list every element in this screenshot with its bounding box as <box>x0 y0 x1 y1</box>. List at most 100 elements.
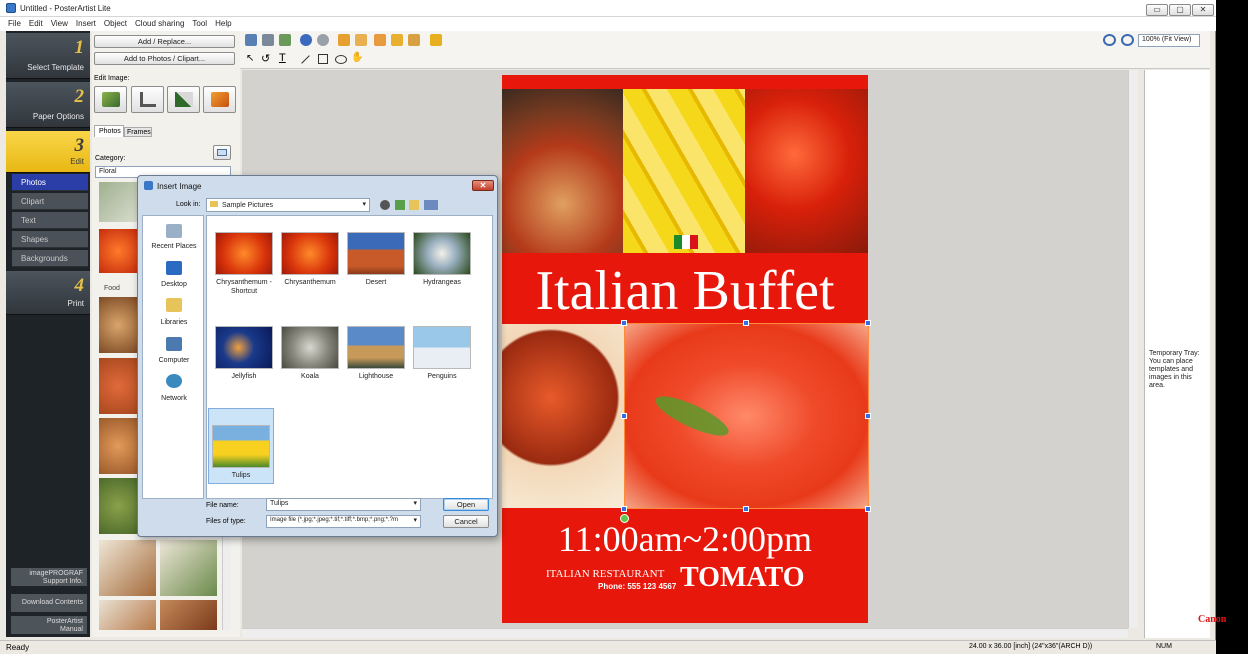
file-item-koala[interactable]: Koala <box>274 326 346 381</box>
place-label[interactable]: Network <box>143 395 205 402</box>
line-tool-icon[interactable] <box>301 55 310 64</box>
cancel-button[interactable]: Cancel <box>443 515 489 528</box>
resize-handle[interactable] <box>621 320 627 326</box>
file-item-penguins[interactable]: Penguins <box>406 326 478 381</box>
pasta-photo[interactable] <box>623 89 745 253</box>
file-type-select[interactable]: Image file (*.jpg;*.jpeg;*.tif;*.tiff;*.… <box>266 515 421 528</box>
tab-photos[interactable]: Photos <box>94 125 124 137</box>
bring-front-icon[interactable] <box>391 34 403 46</box>
download-contents-button[interactable]: Download Contents <box>11 594 87 612</box>
resize-handle[interactable] <box>743 506 749 512</box>
file-item-chrysanthemum-shortcut[interactable]: Chrysanthemum - Shortcut <box>208 232 280 296</box>
tomatoes-photo[interactable] <box>745 89 868 253</box>
photo-thumbnail[interactable] <box>99 229 137 273</box>
computer-icon[interactable] <box>166 337 182 351</box>
place-label[interactable]: Computer <box>143 357 205 364</box>
resize-handle[interactable] <box>865 320 871 326</box>
file-item-desert[interactable]: Desert <box>340 232 412 287</box>
minimize-button[interactable]: ▭ <box>1146 4 1168 16</box>
photo-thumbnail[interactable] <box>99 540 156 596</box>
undo-icon[interactable] <box>300 34 312 46</box>
support-info-button[interactable]: imagePROGRAF Support Info. <box>11 568 87 586</box>
open-button[interactable]: Open <box>443 498 489 511</box>
zoom-out-icon[interactable] <box>1121 34 1134 46</box>
new-folder-icon[interactable] <box>409 200 419 210</box>
sidebar-item-text[interactable]: Text <box>12 212 88 229</box>
maximize-button[interactable]: ▢ <box>1169 4 1191 16</box>
menu-insert[interactable]: Insert <box>76 19 96 28</box>
desktop-icon[interactable] <box>166 261 182 275</box>
adjust-image-icon[interactable] <box>167 86 200 113</box>
step-select-template[interactable]: 1 Select Template <box>6 33 90 79</box>
poster-canvas[interactable]: Italian Buffet 11:00am~2:00pm ITALIAN RE… <box>502 75 871 623</box>
rotate-tool-icon[interactable]: ↺ <box>261 52 270 65</box>
zoom-in-icon[interactable] <box>1103 34 1116 46</box>
view-menu-icon[interactable] <box>424 200 438 210</box>
up-folder-icon[interactable] <box>395 200 405 210</box>
file-item-chrysanthemum[interactable]: Chrysanthemum <box>274 232 346 287</box>
browse-category-icon[interactable] <box>213 145 231 160</box>
image-icon[interactable] <box>279 34 291 46</box>
menu-tool[interactable]: Tool <box>192 19 207 28</box>
file-item-hydrangeas[interactable]: Hydrangeas <box>406 232 478 287</box>
back-icon[interactable] <box>380 200 390 210</box>
align-icon[interactable] <box>338 34 350 46</box>
save-icon[interactable] <box>262 34 274 46</box>
distribute-icon[interactable] <box>355 34 367 46</box>
network-icon[interactable] <box>166 374 182 388</box>
poster-restaurant-name[interactable]: TOMATO <box>680 562 804 594</box>
dialog-close-button[interactable]: ✕ <box>472 180 494 191</box>
menu-cloud-sharing[interactable]: Cloud sharing <box>135 19 184 28</box>
libraries-icon[interactable] <box>166 298 182 312</box>
sidebar-item-backgrounds[interactable]: Backgrounds <box>12 250 88 267</box>
resize-handle[interactable] <box>621 413 627 419</box>
place-label[interactable]: Libraries <box>143 319 205 326</box>
menu-view[interactable]: View <box>51 19 68 28</box>
file-item-jellyfish[interactable]: Jellyfish <box>208 326 280 381</box>
photo-thumbnail[interactable] <box>99 600 156 630</box>
menu-edit[interactable]: Edit <box>29 19 43 28</box>
select-tool-icon[interactable]: ↖ <box>246 53 254 64</box>
recent-places-icon[interactable] <box>166 224 182 238</box>
sidebar-item-photos[interactable]: Photos <box>12 174 88 191</box>
ellipse-tool-icon[interactable] <box>335 55 347 64</box>
photo-thumbnail[interactable] <box>99 358 137 414</box>
poster-restaurant[interactable]: ITALIAN RESTAURANT <box>546 568 664 580</box>
look-in-select[interactable]: Sample Pictures ▾ <box>206 198 370 212</box>
send-back-icon[interactable] <box>408 34 420 46</box>
resize-handle[interactable] <box>865 413 871 419</box>
resize-handle[interactable] <box>743 320 749 326</box>
photo-thumbnail[interactable] <box>99 182 137 222</box>
menu-help[interactable]: Help <box>215 19 231 28</box>
hand-tool-icon[interactable]: ✋ <box>351 52 363 63</box>
horizontal-scrollbar[interactable] <box>242 628 1128 638</box>
place-label[interactable]: Desktop <box>143 281 205 288</box>
step-paper-options[interactable]: 2 Paper Options <box>6 82 90 128</box>
photo-thumbnail[interactable] <box>99 297 137 353</box>
photo-thumbnail[interactable] <box>99 478 137 534</box>
edit-image-effects-icon[interactable] <box>94 86 127 113</box>
close-button[interactable]: ✕ <box>1192 4 1214 16</box>
poster-phone[interactable]: Phone: 555 123 4567 <box>598 582 676 591</box>
tab-frames[interactable]: Frames <box>124 127 152 137</box>
file-name-input[interactable]: Tulips ▾ <box>266 498 421 511</box>
sliced-tomato-photo[interactable] <box>624 324 868 508</box>
resize-handle[interactable] <box>621 506 627 512</box>
redo-icon[interactable] <box>317 34 329 46</box>
sidebar-item-clipart[interactable]: Clipart <box>12 193 88 210</box>
zoom-select[interactable]: 100% (Fit View) <box>1138 34 1200 47</box>
add-replace-button[interactable]: Add / Replace... <box>94 35 235 48</box>
poster-title[interactable]: Italian Buffet <box>502 258 868 324</box>
photo-thumbnail[interactable] <box>160 540 217 596</box>
sidebar-item-shapes[interactable]: Shapes <box>12 231 88 248</box>
pizza-photo[interactable] <box>502 89 623 253</box>
rotate-handle[interactable] <box>620 514 629 523</box>
resize-handle[interactable] <box>865 506 871 512</box>
flip-icon[interactable] <box>374 34 386 46</box>
menu-file[interactable]: File <box>8 19 21 28</box>
filter-image-icon[interactable] <box>203 86 236 113</box>
photo-thumbnail[interactable] <box>160 600 217 630</box>
step-edit[interactable]: 3 Edit <box>6 131 90 173</box>
template-icon[interactable] <box>245 34 257 46</box>
lock-icon[interactable] <box>430 34 442 46</box>
